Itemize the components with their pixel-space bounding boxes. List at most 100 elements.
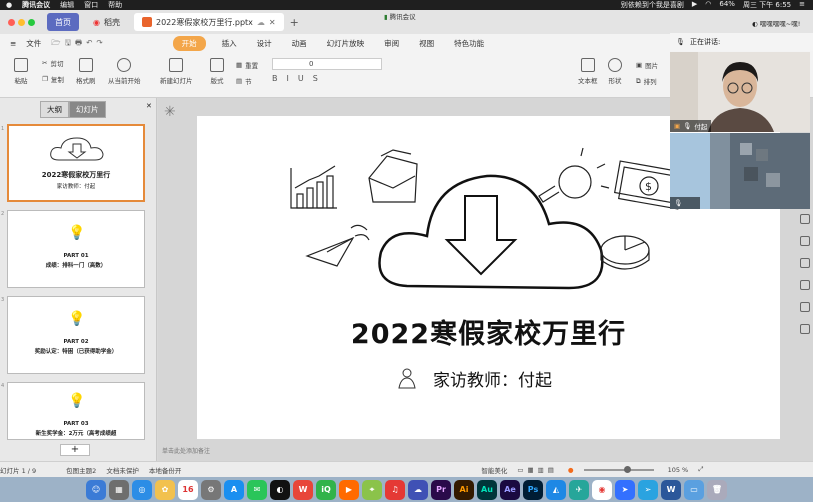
- chrome-icon[interactable]: ◉: [592, 479, 612, 500]
- iqiyi-icon[interactable]: iQ: [316, 479, 336, 500]
- menubar-item-edit[interactable]: 编辑: [60, 0, 74, 10]
- safari-icon[interactable]: ◎: [132, 479, 152, 500]
- slide-title[interactable]: 2022寒假家校万里行: [197, 312, 780, 351]
- qq-icon[interactable]: ◐: [270, 479, 290, 500]
- shape-button[interactable]: 形状: [608, 58, 622, 85]
- zoom-window-icon[interactable]: [28, 18, 35, 26]
- wifi-icon[interactable]: ◠: [705, 0, 711, 10]
- pointer-icon[interactable]: [800, 236, 810, 246]
- launchpad-icon[interactable]: ▦: [109, 479, 129, 500]
- video-tile-speaker[interactable]: ▣ 🎙 付起: [670, 52, 810, 132]
- fit-window-icon[interactable]: ⤢: [698, 465, 703, 474]
- tab-review[interactable]: 审阅: [374, 38, 409, 49]
- animation-icon[interactable]: [800, 258, 810, 268]
- slideshow-play-icon[interactable]: ●: [568, 466, 574, 474]
- tab-animation[interactable]: 动画: [282, 38, 317, 49]
- tab-design[interactable]: 设计: [247, 38, 282, 49]
- cloud-icon[interactable]: ☁: [257, 18, 265, 27]
- menubar-app-name[interactable]: 腾讯会议: [22, 0, 50, 10]
- text-format-buttons[interactable]: BIUS: [272, 74, 327, 83]
- wps-icon[interactable]: W: [293, 479, 313, 500]
- menubar-clock[interactable]: 周三 下午 6:55: [743, 0, 791, 10]
- audition-icon[interactable]: Au: [477, 479, 497, 500]
- zoom-level[interactable]: 105 %: [668, 466, 689, 474]
- tab-features[interactable]: 特色功能: [444, 38, 494, 49]
- finder-icon[interactable]: ☺: [86, 479, 106, 500]
- play-from-current-button[interactable]: 从当前开始: [108, 58, 141, 85]
- tab-start[interactable]: 开始: [172, 35, 206, 51]
- feishu-icon[interactable]: ➤: [615, 479, 635, 500]
- illustrator-icon[interactable]: Ai: [454, 479, 474, 500]
- tab-docer[interactable]: ◉ 稻壳: [85, 13, 128, 31]
- photoshop-icon[interactable]: Ps: [523, 479, 543, 500]
- slide-thumbnail-2[interactable]: 💡 PART 01 成绩：排科一门（高数）: [7, 210, 145, 288]
- appstore-icon[interactable]: A: [224, 479, 244, 500]
- premiere-icon[interactable]: Pr: [431, 479, 451, 500]
- after-effects-icon[interactable]: Ae: [500, 479, 520, 500]
- tab-slides[interactable]: 幻灯片: [69, 101, 106, 118]
- settings-icon[interactable]: [800, 302, 810, 312]
- baidu-icon[interactable]: ☁: [408, 479, 428, 500]
- slide-subtitle[interactable]: 家访教师：付起: [433, 366, 552, 391]
- control-center-icon[interactable]: ≡: [799, 0, 805, 10]
- lark-icon[interactable]: ✈: [569, 479, 589, 500]
- arrange-button[interactable]: ⧉ 排列: [636, 76, 657, 87]
- tab-outline[interactable]: 大纲: [40, 101, 69, 118]
- now-playing-text[interactable]: 别依赖到个我是喜剧: [621, 0, 684, 10]
- close-tab-icon[interactable]: ✕: [269, 18, 276, 27]
- font-size-field[interactable]: 0: [272, 58, 382, 70]
- preferences-icon[interactable]: ⚙: [201, 479, 221, 500]
- notes-field[interactable]: 单击此处添加备注: [158, 446, 718, 458]
- layout-button[interactable]: 版式: [210, 58, 224, 85]
- properties-icon[interactable]: [800, 214, 810, 224]
- photos-icon[interactable]: ✿: [155, 479, 175, 500]
- beautify-button[interactable]: 智能美化: [481, 465, 507, 475]
- format-painter-button[interactable]: 格式刷: [76, 58, 96, 85]
- tab-insert[interactable]: 插入: [212, 38, 247, 49]
- menubar-item-window[interactable]: 窗口: [84, 0, 98, 10]
- tab-view[interactable]: 视图: [409, 38, 444, 49]
- new-slide-button[interactable]: 新建幻灯片: [160, 58, 193, 85]
- zoom-slider[interactable]: [583, 465, 654, 473]
- textbox-button[interactable]: 文本框: [578, 58, 598, 85]
- slide-thumbnail-4[interactable]: 💡 PART 03 新生奖学金：2万元（高考成绩超: [7, 382, 145, 440]
- theme-name[interactable]: 包图主题2: [66, 465, 96, 475]
- tencent-video-icon[interactable]: ▶: [339, 479, 359, 500]
- help-icon[interactable]: [800, 324, 810, 334]
- close-panel-icon[interactable]: ✕: [146, 102, 152, 110]
- wechat-icon[interactable]: ✉: [247, 479, 267, 500]
- trash-icon[interactable]: 🗑: [707, 479, 727, 500]
- telegram-icon[interactable]: ➢: [638, 479, 658, 500]
- history-icon[interactable]: [800, 280, 810, 290]
- tab-home[interactable]: 首页: [47, 13, 79, 31]
- slide-thumbnail-3[interactable]: 💡 PART 02 奖励认定：特困（已获得助学金）: [7, 296, 145, 374]
- slide-thumbnail-1[interactable]: 2022寒假家校万里行 家访教师：付起: [7, 124, 145, 202]
- file-menu[interactable]: 文件: [26, 38, 51, 49]
- copy-button[interactable]: ❐ 复制: [42, 74, 64, 84]
- word-icon[interactable]: W: [661, 479, 681, 500]
- netease-music-icon[interactable]: ♫: [385, 479, 405, 500]
- backup-status[interactable]: 本地备份开: [149, 465, 182, 475]
- video-tile-participant[interactable]: 🎙: [670, 133, 810, 209]
- picture-button[interactable]: ▣ 图片: [636, 60, 658, 70]
- calendar-icon[interactable]: 16: [178, 479, 198, 500]
- reset-button[interactable]: ▦ 重置: [236, 60, 258, 70]
- section-button[interactable]: ▤ 节: [236, 76, 252, 86]
- cut-button[interactable]: ✂ 剪切: [42, 58, 63, 68]
- play-icon[interactable]: ▶: [692, 0, 697, 10]
- paste-button[interactable]: 粘贴: [14, 58, 28, 85]
- close-window-icon[interactable]: [8, 18, 15, 26]
- view-buttons[interactable]: ▭▦▥▤: [517, 466, 558, 474]
- tab-document[interactable]: 2022寒假家校万里行.pptx ☁ ✕: [133, 13, 284, 31]
- new-tab-icon[interactable]: +: [290, 16, 299, 29]
- menubar-item-help[interactable]: 帮助: [108, 0, 122, 10]
- folder-icon[interactable]: ▭: [684, 479, 704, 500]
- minimize-window-icon[interactable]: [18, 18, 25, 26]
- menu-icon[interactable]: ≡: [0, 39, 26, 48]
- tab-slideshow[interactable]: 幻灯片放映: [317, 38, 375, 49]
- add-slide-button[interactable]: +: [60, 444, 90, 456]
- battery-percent[interactable]: 64%: [719, 0, 735, 10]
- tencent-meeting-icon[interactable]: ◭: [546, 479, 566, 500]
- user-account[interactable]: ◐ 嘿嘿嘿嘿~嘿!: [752, 18, 800, 28]
- maps-icon[interactable]: ⌖: [362, 479, 382, 500]
